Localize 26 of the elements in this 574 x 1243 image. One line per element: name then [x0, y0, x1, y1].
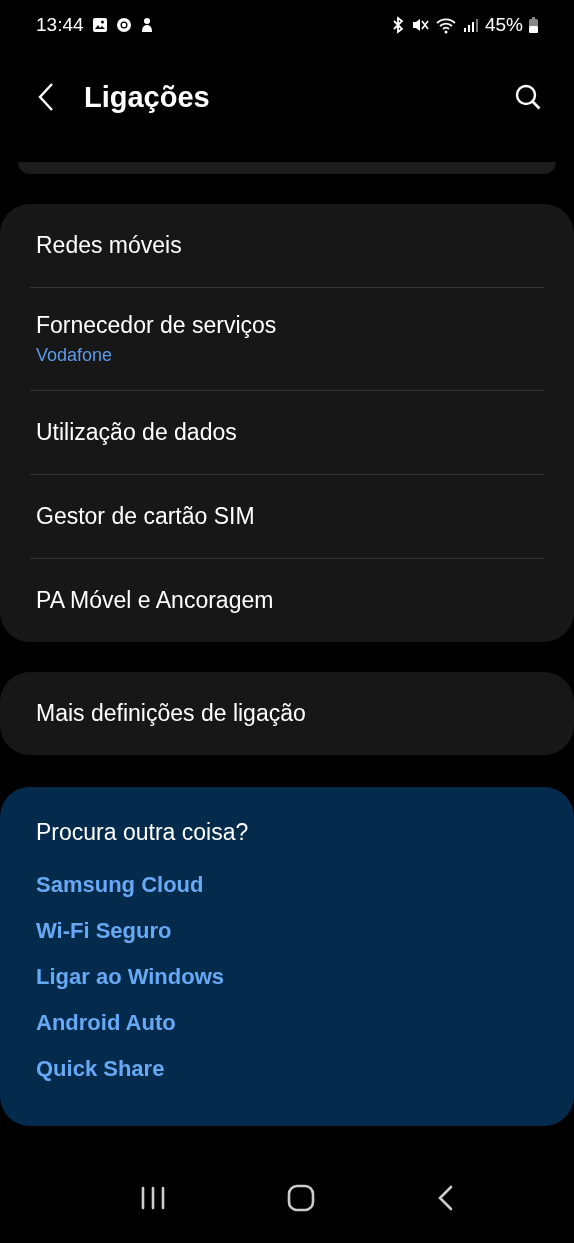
- clock: 13:44: [36, 14, 84, 36]
- mute-icon: [410, 16, 429, 34]
- setting-item[interactable]: Gestor de cartão SIM: [36, 503, 538, 530]
- bluetooth-icon: [390, 16, 405, 34]
- gallery-icon: [91, 17, 108, 33]
- setting-item[interactable]: Redes móveis: [36, 232, 538, 259]
- page-title: Ligações: [84, 80, 211, 114]
- setting-item[interactable]: Utilização de dados: [36, 419, 538, 446]
- suggestion-link[interactable]: Android Auto: [36, 1000, 176, 1046]
- suggestion-link[interactable]: Wi-Fi Seguro: [36, 908, 172, 954]
- browser-icon: [115, 17, 132, 33]
- home-icon[interactable]: [287, 1184, 315, 1212]
- battery-level: 45%: [484, 14, 523, 36]
- signal-icon: [462, 17, 479, 33]
- suggestion-link[interactable]: Quick Share: [36, 1046, 165, 1092]
- recent-apps-icon[interactable]: [140, 1186, 167, 1210]
- setting-item[interactable]: Fornecedor de serviços: [36, 312, 538, 339]
- suggestion-link[interactable]: Samsung Cloud: [36, 862, 204, 908]
- suggestion-link[interactable]: Ligar ao Windows: [36, 954, 225, 1000]
- battery-icon: [529, 17, 538, 33]
- figure-icon: [139, 17, 154, 33]
- suggestions-title: Procura outra coisa?: [36, 819, 249, 846]
- wifi-icon: [434, 16, 457, 34]
- setting-value: Vodafone: [36, 345, 114, 366]
- setting-item[interactable]: Mais definições de ligação: [36, 700, 538, 727]
- setting-item[interactable]: PA Móvel e Ancoragem: [36, 587, 538, 614]
